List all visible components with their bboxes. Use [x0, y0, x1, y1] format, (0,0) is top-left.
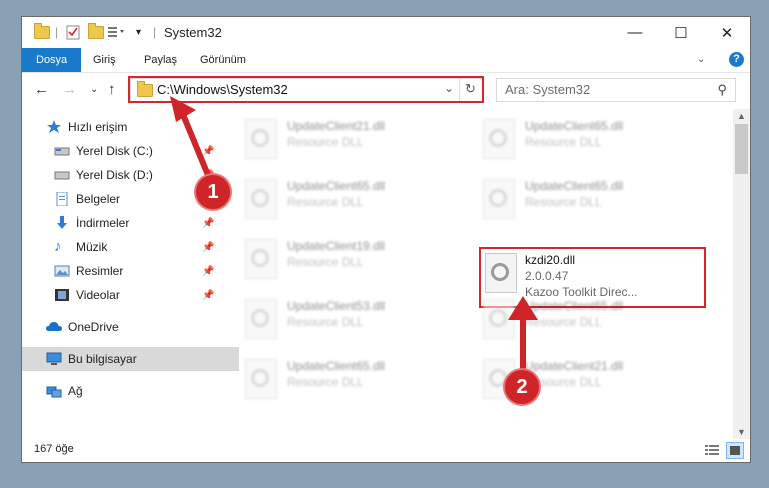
callout-step-2: 2 [505, 370, 539, 404]
annotation-arrows [170, 96, 538, 373]
callout-step-1: 1 [196, 175, 230, 209]
